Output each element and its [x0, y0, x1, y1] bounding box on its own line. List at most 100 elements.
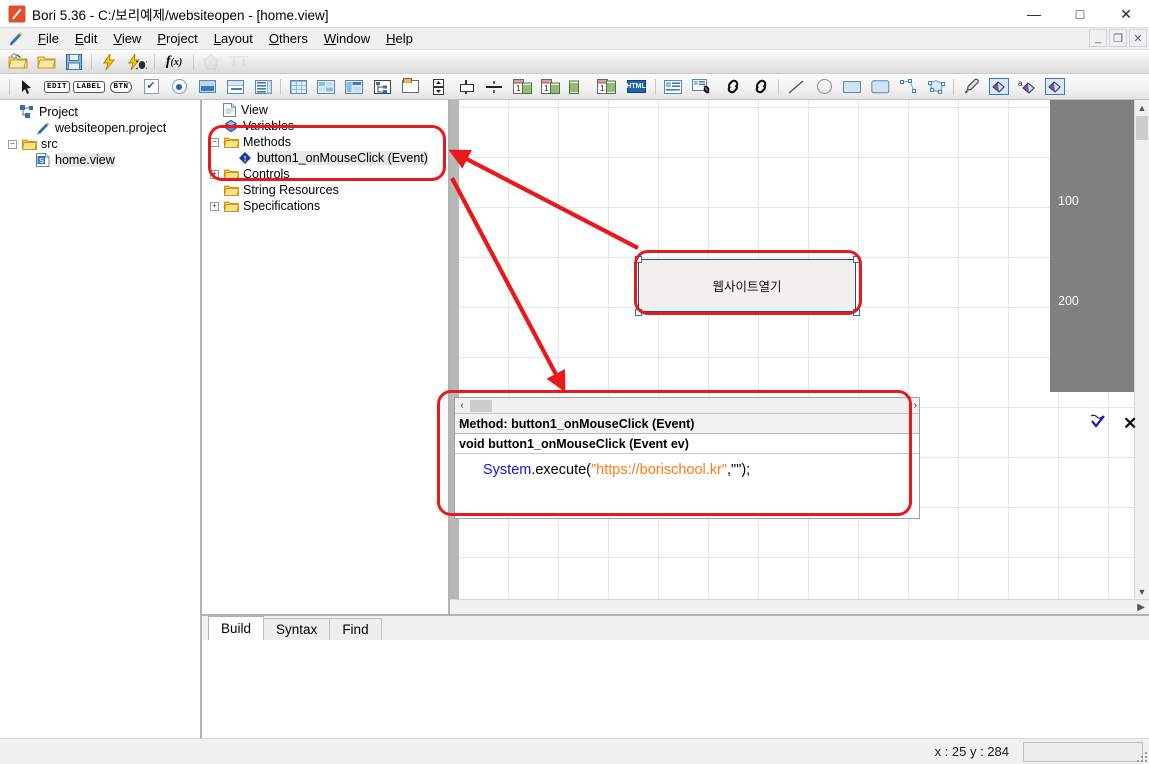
expand-plus-icon[interactable]: +: [210, 201, 219, 211]
view-outline-panel[interactable]: View Variables − Methods! button1_onMouseCl…: [202, 100, 450, 614]
debug-icon[interactable]: [123, 51, 151, 73]
resize-handle-bottom-right[interactable]: [853, 309, 860, 316]
table-widget-icon[interactable]: [312, 76, 340, 98]
view-tree-node[interactable]: − Methods: [202, 134, 448, 150]
tree-root-project[interactable]: Project: [0, 104, 200, 120]
button-widget-icon[interactable]: BTN: [105, 76, 137, 98]
link-icon[interactable]: [719, 76, 747, 98]
minimize-button[interactable]: —: [1011, 0, 1057, 28]
calendar2-widget-icon[interactable]: 1: [592, 76, 620, 98]
output-tab-find[interactable]: Find: [329, 618, 382, 640]
slider-widget-icon[interactable]: [452, 76, 480, 98]
polygon-tool-icon[interactable]: [922, 76, 950, 98]
collapse-minus-icon[interactable]: −: [210, 137, 219, 147]
scroll-down-arrow[interactable]: ▼: [1135, 584, 1149, 599]
form-widget-icon[interactable]: [659, 76, 687, 98]
open-folder-icon[interactable]: [32, 51, 60, 73]
mdi-minimize-button[interactable]: _: [1089, 29, 1107, 47]
expand-plus-icon[interactable]: +: [210, 169, 219, 179]
resize-handle-top-left[interactable]: [635, 256, 642, 263]
check-icon[interactable]: [1090, 414, 1107, 433]
code-editor[interactable]: System.execute("https://borischool.kr","…: [455, 454, 919, 478]
listbox-widget-icon[interactable]: [249, 76, 277, 98]
view-tree-node[interactable]: + Controls: [202, 166, 448, 182]
eyedropper-icon[interactable]: [957, 76, 985, 98]
menu-item-view[interactable]: View: [105, 29, 149, 48]
mdi-close-button[interactable]: ✕: [1129, 29, 1147, 47]
scroll-left-arrow[interactable]: ‹: [455, 400, 469, 411]
resize-grip-icon[interactable]: [1135, 750, 1147, 762]
design-button-control[interactable]: 웹사이트열기: [638, 259, 856, 312]
view-tree-node[interactable]: Variables: [202, 118, 448, 134]
output-tab-build[interactable]: Build: [208, 616, 265, 640]
spinner-widget-icon[interactable]: [424, 76, 452, 98]
scroll-up-arrow[interactable]: ▲: [1135, 100, 1149, 115]
panel-widget-icon[interactable]: [221, 76, 249, 98]
edit-widget-icon[interactable]: EDIT: [41, 76, 73, 98]
code-scroll-thumb[interactable]: [470, 399, 492, 412]
calendar-widget-icon[interactable]: 1: [508, 76, 536, 98]
grid-widget-icon[interactable]: [284, 76, 312, 98]
canvas-horizontal-scrollbar[interactable]: ▶: [450, 599, 1149, 614]
menu-item-file[interactable]: File: [30, 29, 67, 48]
label-widget-icon[interactable]: LABEL: [73, 76, 105, 98]
text-color-icon[interactable]: a: [1013, 76, 1041, 98]
project-tree-node[interactable]: websiteopen.project: [0, 120, 200, 136]
line-tool-icon[interactable]: [782, 76, 810, 98]
menu-item-help[interactable]: Help: [378, 29, 421, 48]
mdi-restore-button[interactable]: ❐: [1109, 29, 1127, 47]
menu-item-window[interactable]: Window: [316, 29, 378, 48]
time-widget-icon[interactable]: [564, 76, 592, 98]
project-tree-node[interactable]: − src: [0, 136, 200, 152]
design-canvas[interactable]: 100 200 웹사이트열기 ▲ ▼ ▶ ‹ › Method: button1…: [450, 100, 1149, 614]
function-icon[interactable]: f(x): [158, 51, 190, 73]
open-project-icon[interactable]: [4, 51, 32, 73]
toolbar-separator: [154, 53, 155, 70]
view-tree-node[interactable]: + Specifications: [202, 198, 448, 214]
fill-color-icon[interactable]: [985, 76, 1013, 98]
canvas-vertical-scrollbar[interactable]: ▲ ▼: [1134, 100, 1149, 614]
output-tab-bar: Build Syntax Find: [202, 616, 1149, 640]
scroll-thumb[interactable]: [1136, 116, 1148, 140]
resize-handle-bottom-left[interactable]: [635, 309, 642, 316]
close-button[interactable]: ✕: [1103, 0, 1149, 28]
polyline-tool-icon[interactable]: [894, 76, 922, 98]
save-icon[interactable]: [60, 51, 88, 73]
separator-widget-icon[interactable]: [480, 76, 508, 98]
scroll-right-arrow[interactable]: ›: [914, 400, 917, 411]
background-color-icon[interactable]: [1041, 76, 1069, 98]
link2-icon[interactable]: [747, 76, 775, 98]
rectangle-tool-icon[interactable]: [838, 76, 866, 98]
method-code-panel[interactable]: ‹ › Method: button1_onMouseClick (Event)…: [454, 397, 920, 519]
treeview-widget-icon[interactable]: [368, 76, 396, 98]
pointer-icon[interactable]: [13, 76, 41, 98]
date-widget-icon[interactable]: 1: [536, 76, 564, 98]
image-widget-icon[interactable]: [193, 76, 221, 98]
run-icon[interactable]: [95, 51, 123, 73]
rounded-rect-tool-icon[interactable]: [866, 76, 894, 98]
collapse-minus-icon[interactable]: −: [8, 139, 17, 149]
project-tree-node[interactable]: Shome.view: [0, 152, 200, 168]
tab-widget-icon[interactable]: [396, 76, 424, 98]
resize-handle-top-right[interactable]: [853, 256, 860, 263]
view-tree-node[interactable]: ! button1_onMouseClick (Event): [202, 150, 448, 166]
cursor-coordinates: x : 25 y : 284: [934, 744, 1009, 759]
output-tab-content[interactable]: [202, 640, 1149, 738]
checkbox-widget-icon[interactable]: ✔: [137, 76, 165, 98]
menu-item-edit[interactable]: Edit: [67, 29, 105, 48]
menu-item-layout[interactable]: Layout: [206, 29, 261, 48]
code-panel-scroll-row[interactable]: ‹ ›: [455, 398, 919, 414]
radio-widget-icon[interactable]: [165, 76, 193, 98]
ellipse-tool-icon[interactable]: [810, 76, 838, 98]
link-form-icon[interactable]: [687, 76, 719, 98]
menu-item-others[interactable]: Others: [261, 29, 316, 48]
tree-root-view[interactable]: View: [202, 102, 448, 118]
project-explorer-panel[interactable]: Project websiteopen.project − src Shome.vie…: [0, 100, 202, 738]
close-icon[interactable]: ✕: [1123, 415, 1137, 432]
maximize-button[interactable]: □: [1057, 0, 1103, 28]
html-widget-icon[interactable]: HTML: [620, 76, 652, 98]
menu-item-project[interactable]: Project: [149, 29, 205, 48]
output-tab-syntax[interactable]: Syntax: [263, 618, 331, 640]
datagrid-widget-icon[interactable]: [340, 76, 368, 98]
view-tree-node[interactable]: String Resources: [202, 182, 448, 198]
